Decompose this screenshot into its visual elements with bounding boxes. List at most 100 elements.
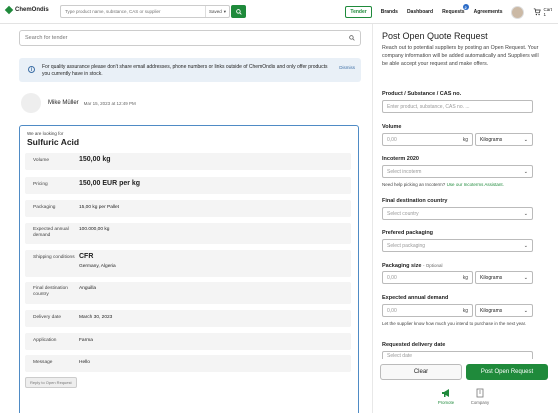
detail-value-secondary: Germany, Algeria — [79, 264, 116, 269]
tab-promote[interactable]: Promote — [433, 388, 459, 405]
user-avatar[interactable] — [511, 5, 525, 19]
detail-value: CFR — [79, 253, 94, 260]
cart-icon — [534, 8, 542, 16]
megaphone-icon — [442, 389, 449, 397]
packaging-size-unit: kg — [462, 274, 468, 281]
product-input[interactable]: Enter product, substance, CAS no. ... — [382, 100, 533, 113]
annual-demand-placeholder: 0,00 — [387, 307, 397, 314]
logo-icon — [4, 5, 14, 15]
post-request-panel: Post Open Quote Request Reach out to pot… — [372, 24, 558, 413]
nav-links: Tender Brands Dashboard Requests 2 Agree… — [345, 0, 552, 24]
post-open-request-button[interactable]: Post Open Request — [466, 364, 548, 380]
destination-placeholder: Select country — [387, 210, 419, 217]
incoterms-assistant-link[interactable]: Use our Incoterms Assistant. — [447, 182, 504, 187]
detail-key: Final destination country — [33, 286, 68, 297]
open-request-card: We are looking for Sulfuric Acid Volume … — [19, 125, 359, 413]
detail-row-shipping: Shipping conditions CFR Germany, Algeria — [25, 250, 351, 277]
detail-key: Pricing — [33, 182, 48, 187]
message-header: Mike Müller Mar 15, 2023 at 12:49 PM — [21, 92, 136, 114]
detail-value: Farma — [79, 338, 93, 343]
volume-input[interactable]: 0,00 kg — [382, 133, 473, 146]
optional-tag: - Optional — [422, 263, 443, 268]
annual-demand-label: Expected annual demand — [382, 295, 449, 301]
detail-value: 100.000,00 kg — [79, 227, 110, 232]
info-text: For quality assurance please don't share… — [42, 64, 328, 77]
destination-select[interactable]: Select country ⌄ — [382, 207, 533, 220]
logo[interactable]: ChemOndis — [4, 5, 49, 15]
tender-search — [19, 30, 361, 46]
incoterm-placeholder: Select incoterm — [387, 168, 422, 175]
reply-to-open-request-button[interactable]: Reply to Open Request — [25, 377, 77, 388]
volume-field: 0,00 kg Kilograms ⌄ — [382, 133, 533, 146]
tender-search-input[interactable] — [25, 35, 349, 41]
building-icon — [476, 388, 484, 398]
detail-row-annual-demand: Expected annual demand 100.000,00 kg — [25, 223, 351, 244]
nav-requests[interactable]: Requests 2 — [442, 4, 469, 15]
destination-label: Final destination country — [382, 198, 448, 204]
product-placeholder: Enter product, substance, CAS no. ... — [387, 103, 470, 110]
detail-row-application: Application Farma — [25, 333, 351, 350]
detail-key: Message — [33, 360, 53, 365]
annual-demand-unit-select[interactable]: Kilograms ⌄ — [475, 304, 533, 317]
annual-demand-unit: kg — [462, 307, 468, 314]
cart-button[interactable]: Cart 1 — [533, 7, 552, 17]
packaging-size-field: 0,00 kg Kilograms ⌄ — [382, 271, 533, 284]
panel-title: Post Open Quote Request — [382, 31, 488, 41]
nav-dashboard[interactable]: Dashboard — [407, 9, 433, 15]
incoterm-help-text: Need help picking an Incoterm? — [382, 182, 446, 187]
delivery-date-label: Requested delivery date — [382, 342, 446, 348]
packaging-size-input[interactable]: 0,00 kg — [382, 271, 473, 284]
search-button[interactable] — [231, 5, 246, 18]
packaging-size-unit-select[interactable]: Kilograms ⌄ — [475, 271, 533, 284]
detail-key: Volume — [33, 158, 49, 163]
author-name: Mike Müller — [48, 100, 79, 106]
detail-key: Shipping conditions — [33, 255, 75, 260]
chevron-down-icon: ⌄ — [523, 210, 528, 217]
product-label: Product / Substance / CAS no. — [382, 91, 462, 97]
logo-text: ChemOndis — [15, 7, 49, 13]
clear-button[interactable]: Clear — [380, 364, 462, 380]
packaging-label: Prefered packaging — [382, 230, 434, 236]
requests-badge: 2 — [462, 4, 469, 10]
delivery-date-input[interactable]: Select date — [382, 351, 533, 359]
nav-brands[interactable]: Brands — [381, 9, 398, 15]
saved-dropdown[interactable]: Saved ▾ — [204, 6, 229, 17]
tab-company-label: Company — [470, 400, 490, 405]
incoterm-label: Incoterm 2020 — [382, 156, 419, 162]
packaging-select[interactable]: Select packaging ⌄ — [382, 239, 533, 252]
tab-promote-label: Promote — [437, 400, 455, 405]
search-icon — [349, 35, 355, 41]
saved-label: Saved — [208, 9, 222, 14]
quality-info-banner: i For quality assurance please don't sha… — [19, 58, 361, 82]
author-avatar — [21, 93, 41, 113]
global-search-input[interactable] — [61, 6, 205, 17]
detail-row-delivery-date: Delivery date March 30, 2023 — [25, 310, 351, 327]
detail-value: 150,00 kg — [79, 156, 111, 163]
form-actions: Clear Post Open Request — [380, 364, 550, 382]
tab-company[interactable]: Company — [467, 388, 493, 405]
delivery-date-placeholder: Select date — [387, 353, 413, 359]
tender-button[interactable]: Tender — [345, 6, 372, 18]
detail-key: Application — [33, 338, 57, 343]
detail-row-pricing: Pricing 150,00 EUR per kg — [25, 177, 351, 194]
detail-key: Packaging — [33, 205, 56, 210]
volume-placeholder: 0,00 — [387, 136, 397, 143]
info-icon: i — [28, 66, 35, 73]
nav-agreements[interactable]: Agreements — [474, 9, 503, 15]
packaging-size-label: Packaging size - Optional — [382, 263, 442, 269]
chevron-down-icon: ⌄ — [523, 168, 528, 175]
incoterm-help: Need help picking an Incoterm? Use our I… — [382, 182, 542, 188]
chevron-down-icon: ⌄ — [523, 274, 528, 281]
incoterm-select[interactable]: Select incoterm ⌄ — [382, 165, 533, 178]
detail-key: Expected annual demand — [33, 227, 69, 238]
detail-value: Anguilla — [79, 286, 97, 291]
chevron-down-icon: ⌄ — [523, 242, 528, 249]
panel-description: Reach out to potential suppliers by post… — [382, 45, 539, 67]
annual-demand-input[interactable]: 0,00 kg — [382, 304, 473, 317]
volume-unit: kg — [462, 136, 468, 143]
looking-for-label: We are looking for — [27, 131, 64, 136]
packaging-placeholder: Select packaging — [387, 242, 426, 249]
dismiss-button[interactable]: Dismiss — [339, 65, 355, 70]
chevron-down-icon: ⌄ — [523, 136, 528, 143]
volume-unit-select[interactable]: Kilograms ⌄ — [475, 133, 533, 146]
